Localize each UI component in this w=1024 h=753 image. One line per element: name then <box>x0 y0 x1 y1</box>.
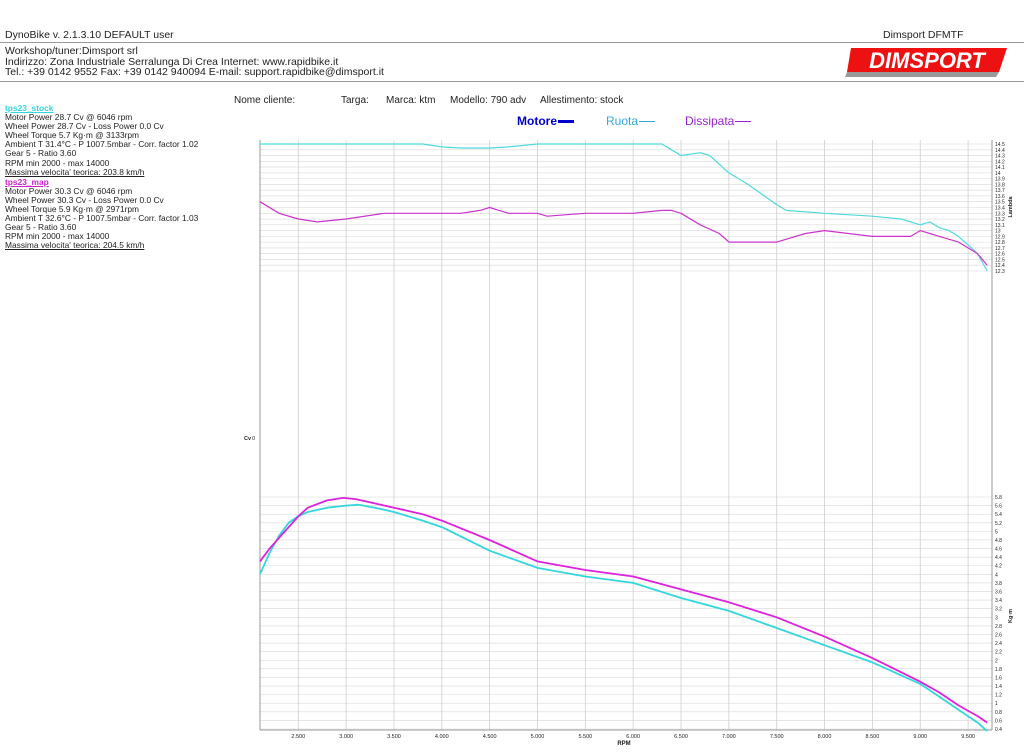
torque-tick-label: 5.4 <box>995 512 1002 518</box>
torque-tick-label: 2.8 <box>995 624 1002 630</box>
lambda-axis-label: Lambda <box>1008 195 1014 217</box>
torque-tick-label: 5.2 <box>995 521 1002 527</box>
torque-tick-label: 4.8 <box>995 538 1002 544</box>
rpm-tick-label: 9.500 <box>961 734 975 740</box>
torque-tick-label: 2.2 <box>995 650 1002 656</box>
rpm-tick-label: 6.000 <box>626 734 640 740</box>
torque-tick-label: 1 <box>995 701 998 707</box>
torque-tick-label: 5 <box>995 529 998 535</box>
power-axis-label: Cv <box>244 436 252 442</box>
torque-tick-label: 3.6 <box>995 590 1002 596</box>
rpm-tick-label: 8.000 <box>818 734 832 740</box>
rpm-tick-label: 3.000 <box>339 734 353 740</box>
torque-tick-label: 1.8 <box>995 667 1002 673</box>
rpm-tick-label: 3.500 <box>387 734 401 740</box>
torque-tick-label: 2.4 <box>995 641 1002 647</box>
dyno-chart: 2.500 3.000 3.500 4.000 4.500 5.000 5.500 6.000… <box>244 140 1014 747</box>
torque-tick-label: 2 <box>995 658 998 664</box>
torque-tick-label: 1.4 <box>995 684 1002 690</box>
tps23_stock-torque-line <box>259 503 988 732</box>
rpm-tick-label: 7.000 <box>722 734 736 740</box>
torque-tick-label: 0.8 <box>995 710 1002 716</box>
torque-axis-label: Kg·m <box>1008 609 1014 623</box>
rpm-tick-label: 4.000 <box>435 734 449 740</box>
torque-tick-label: 3.4 <box>995 598 1002 604</box>
rpm-tick-label: 5.500 <box>578 734 592 740</box>
rpm-tick-label: 6.500 <box>674 734 688 740</box>
lambda-tick-label: 12.3 <box>995 269 1005 275</box>
torque-tick-label: 3 <box>995 615 998 621</box>
torque-tick-label: 0.4 <box>995 727 1002 733</box>
torque-tick-label: 4.4 <box>995 555 1002 561</box>
rpm-tick-label: 7.500 <box>770 734 784 740</box>
torque-tick-label: 4.6 <box>995 547 1002 553</box>
torque-tick-label: 5.6 <box>995 504 1002 510</box>
power-tick-label: 0 <box>252 436 255 442</box>
torque-tick-label: 3.8 <box>995 581 1002 587</box>
torque-tick-label: 4 <box>995 572 998 578</box>
rpm-tick-label: 2.500 <box>291 734 305 740</box>
torque-tick-label: 5.8 <box>995 495 1002 501</box>
torque-tick-label: 1.6 <box>995 675 1002 681</box>
rpm-tick-label: 4.500 <box>483 734 497 740</box>
rpm-tick-label: 9.000 <box>913 734 927 740</box>
rpm-tick-label: 8.500 <box>866 734 880 740</box>
tps23_map-lambda-line <box>259 201 988 266</box>
torque-tick-label: 0.6 <box>995 718 1002 724</box>
torque-tick-label: 4.2 <box>995 564 1002 570</box>
torque-tick-label: 1.2 <box>995 693 1002 699</box>
torque-tick-label: 2.6 <box>995 632 1002 638</box>
torque-tick-label: 3.2 <box>995 607 1002 613</box>
x-axis-label: RPM <box>617 741 630 747</box>
rpm-tick-label: 5.000 <box>531 734 545 740</box>
